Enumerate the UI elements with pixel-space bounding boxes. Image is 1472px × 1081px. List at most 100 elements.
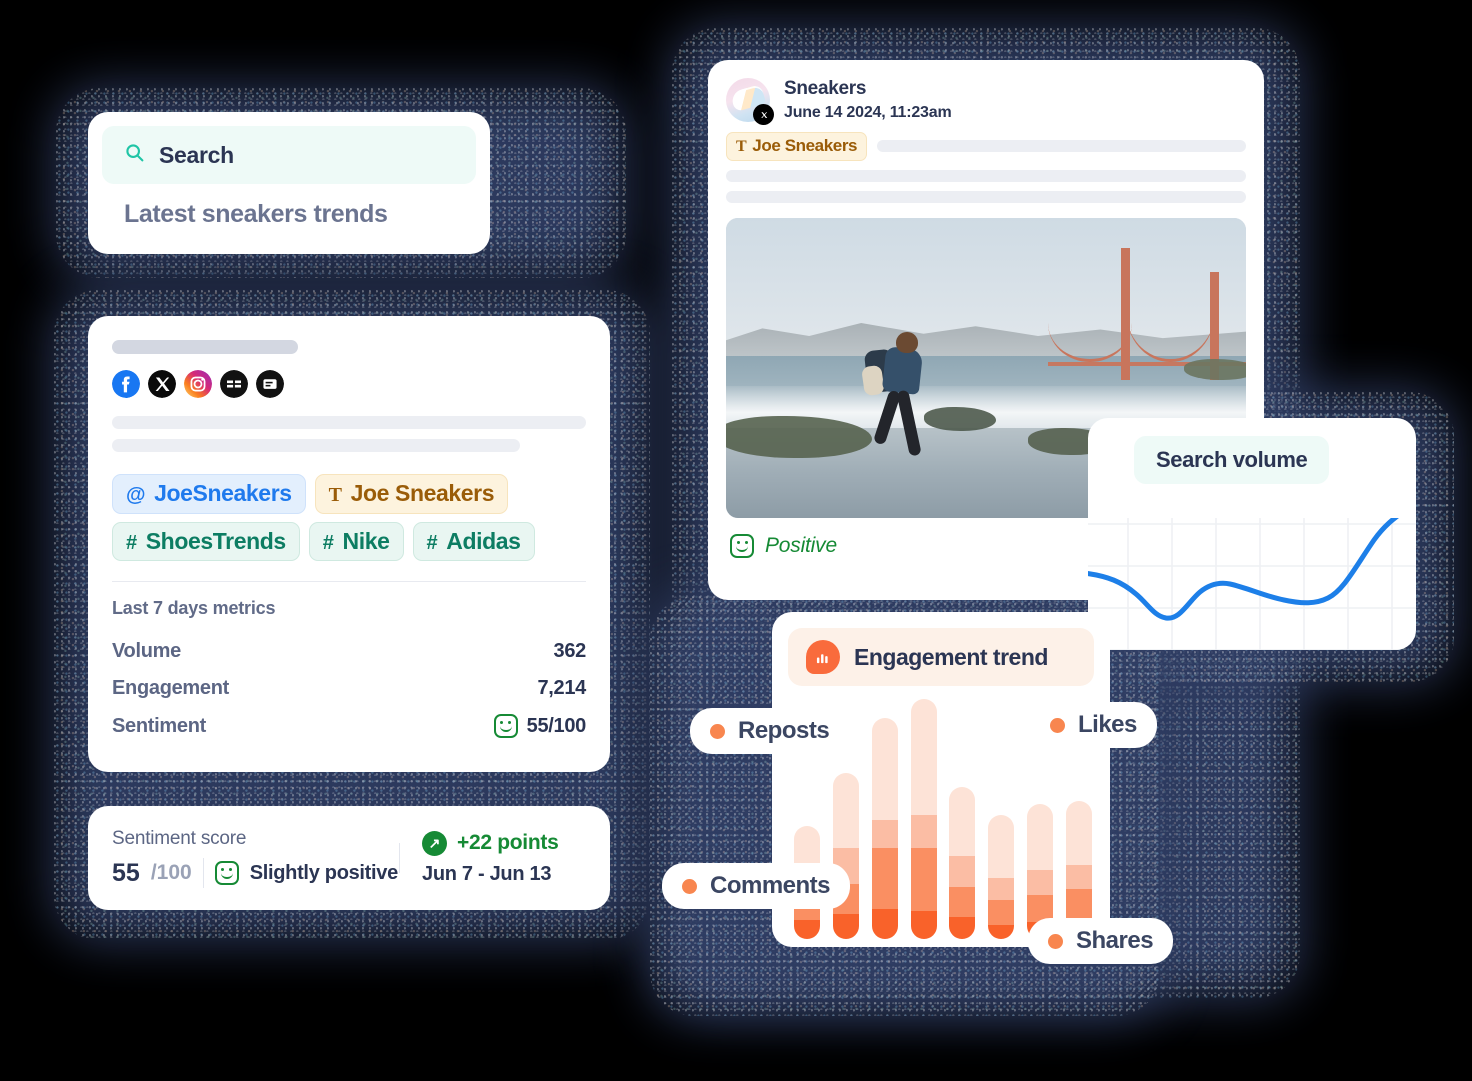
tag-label: ShoesTrends — [145, 527, 286, 554]
blog-icon[interactable] — [256, 370, 284, 398]
score-right: ↗ +22 points Jun 7 - Jun 13 — [400, 830, 586, 886]
tag-mention-joesneakers[interactable]: @ JoeSneakers — [112, 474, 306, 514]
metric-row-sentiment: Sentiment 55/100 — [112, 707, 586, 745]
legend-comments[interactable]: Comments — [662, 863, 851, 909]
legend-likes[interactable]: Likes — [1030, 702, 1157, 748]
metric-row-volume: Volume 362 — [112, 633, 586, 670]
bar-segment-reposts — [988, 878, 1015, 901]
skeleton-line-1 — [112, 416, 586, 429]
bar-segment-likes — [1027, 803, 1054, 871]
avatar[interactable] — [726, 78, 774, 125]
skeleton-line-2 — [726, 169, 1246, 182]
tag-author-joe-sneakers[interactable]: T Joe Sneakers — [314, 474, 509, 514]
text-symbol-icon: T — [328, 484, 342, 506]
legend-label: Shares — [1076, 927, 1154, 954]
x-icon[interactable] — [148, 370, 176, 398]
bar-segment-comments — [1065, 889, 1092, 920]
bar-3 — [871, 718, 898, 939]
tag-hashtag-nike[interactable]: # Nike — [308, 521, 404, 562]
bar-2 — [832, 773, 859, 939]
instagram-icon[interactable] — [184, 370, 212, 398]
bar-segment-shares — [949, 916, 976, 939]
chart-grid — [1088, 518, 1416, 650]
date-range: Jun 7 - Jun 13 — [422, 862, 552, 885]
skeleton-line-title — [112, 340, 298, 354]
legend-label: Reposts — [738, 717, 830, 744]
hash-symbol-icon: # — [126, 531, 137, 554]
divider — [202, 858, 204, 888]
metric-value: 55/100 — [526, 714, 587, 737]
bar-segment-likes — [1065, 801, 1092, 865]
chart-bubble-icon — [806, 640, 840, 674]
search-volume-chart — [1088, 518, 1416, 650]
bar-4 — [910, 699, 937, 939]
bar-segment-reposts — [871, 820, 898, 848]
metric-key: Engagement — [112, 677, 230, 700]
tag-row-2: # ShoesTrends # Nike # Adidas — [112, 521, 586, 562]
legend-reposts[interactable]: Reposts — [690, 708, 850, 754]
search-input[interactable]: Search — [102, 126, 476, 184]
metrics-title: Last 7 days metrics — [112, 598, 276, 619]
metric-row-engagement: Engagement 7,214 — [112, 670, 586, 707]
facebook-icon[interactable] — [112, 370, 140, 398]
metric-value: 7,214 — [537, 677, 586, 700]
tag-label: JoeSneakers — [154, 480, 292, 506]
x-icon — [753, 104, 774, 125]
bar-segment-comments — [910, 847, 937, 912]
post-body-row: T Joe Sneakers — [726, 132, 1246, 161]
post-sentiment-label: Positive — [765, 533, 837, 557]
tag-row-1: @ JoeSneakers T Joe Sneakers — [112, 474, 586, 514]
skeleton-line-1 — [877, 140, 1246, 153]
metric-value: 362 — [553, 640, 587, 663]
tag-label: Adidas — [446, 527, 521, 554]
bar-segment-shares — [832, 914, 859, 939]
text-symbol-icon: T — [736, 138, 747, 155]
hash-symbol-icon: # — [322, 531, 334, 554]
search-icon — [124, 142, 145, 168]
hiker-figure — [860, 331, 944, 464]
bar-segment-reposts — [910, 814, 937, 848]
post-meta: Sneakers June 14 2024, 11:23am — [784, 78, 952, 122]
score-mood: Slightly positive — [249, 861, 399, 884]
screenshot-stage: Search Latest sneakers trends @ JoeSneak… — [0, 0, 1472, 1081]
legend-dot-icon — [1048, 933, 1063, 949]
search-card: Search Latest sneakers trends — [88, 112, 490, 254]
post-date: June 14 2024, 11:23am — [784, 104, 952, 121]
engagement-title-pill: Engagement trend — [788, 628, 1094, 686]
bar-segment-shares — [910, 911, 937, 939]
tag-hashtag-adidas[interactable]: # Adidas — [412, 521, 535, 562]
legend-shares[interactable]: Shares — [1028, 918, 1174, 964]
delta-line: ↗ +22 points — [422, 830, 586, 856]
sentiment-score-card: Sentiment score 55 /100 Slightly positiv… — [88, 806, 610, 910]
search-label: Search — [159, 141, 234, 168]
smiley-icon — [730, 533, 754, 558]
post-author-name: Sneakers — [784, 78, 867, 99]
smiley-icon — [493, 714, 518, 739]
bar-segment-reposts — [1027, 870, 1054, 895]
tag-label: Joe Sneakers — [752, 136, 858, 155]
delta-text: +22 points — [457, 831, 559, 854]
legend-dot-icon — [1050, 717, 1065, 733]
bar-segment-shares — [794, 919, 820, 939]
bar-segment-comments — [988, 900, 1015, 926]
search-query-text: Latest sneakers trends — [124, 200, 388, 228]
post-header: Sneakers June 14 2024, 11:23am — [726, 78, 1246, 125]
search-volume-line — [1088, 518, 1399, 621]
bar-segment-comments — [871, 847, 898, 909]
bar-segment-likes — [832, 773, 859, 848]
tag-label: Nike — [342, 527, 390, 554]
tag-author-joe-sneakers[interactable]: T Joe Sneakers — [726, 132, 868, 161]
search-volume-card: Search volume — [1088, 418, 1416, 650]
score-denominator: /100 — [150, 861, 192, 884]
bar-5 — [949, 787, 976, 939]
legend-label: Likes — [1078, 711, 1137, 738]
metric-key: Sentiment — [112, 714, 206, 737]
tag-label: Joe Sneakers — [350, 480, 495, 506]
skeleton-line-2 — [112, 439, 520, 452]
smiley-icon — [214, 861, 239, 885]
score-value: 55 — [112, 858, 140, 887]
bar-segment-shares — [988, 925, 1015, 939]
bar-segment-likes — [871, 718, 898, 821]
tag-hashtag-shoestrends[interactable]: # ShoesTrends — [112, 521, 300, 562]
news-icon[interactable] — [220, 370, 248, 398]
